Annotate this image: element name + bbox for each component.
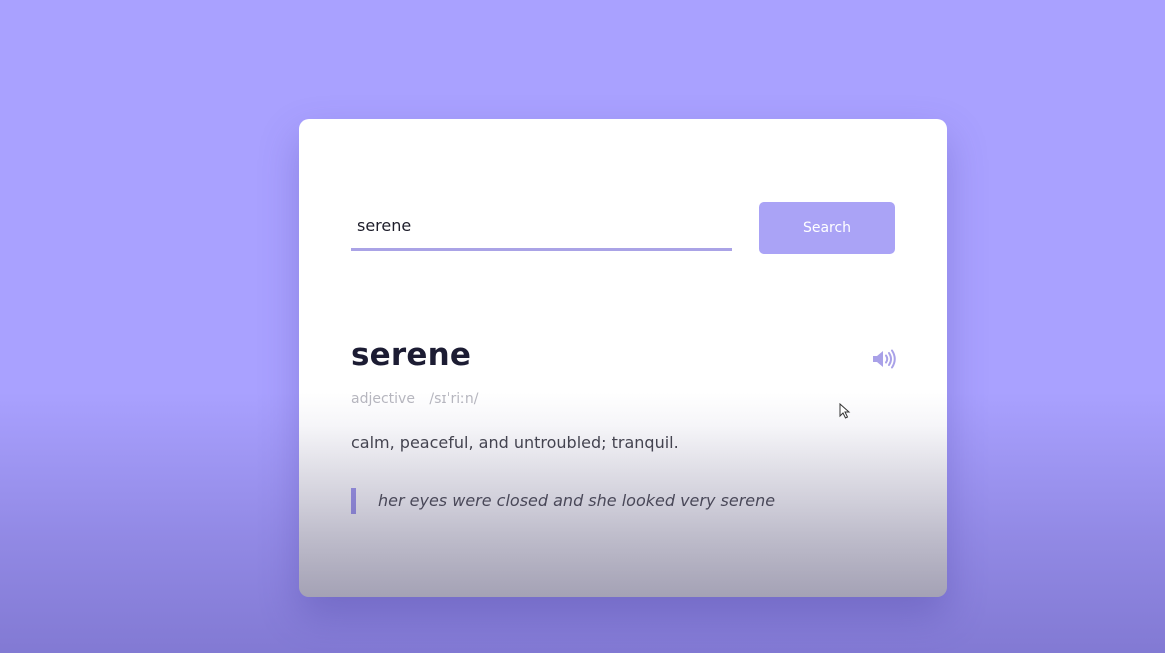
definition: calm, peaceful, and untroubled; tranquil… [351,433,679,452]
dictionary-card: Search serene adjective /sɪˈriːn/ calm, … [299,119,947,597]
mouse-pointer-icon [839,402,851,419]
search-button[interactable]: Search [759,202,895,254]
word-meta: adjective /sɪˈriːn/ [351,391,478,407]
word-title: serene [351,337,472,373]
part-of-speech: adjective [351,391,415,407]
search-bar: Search [351,202,895,254]
speaker-icon[interactable] [871,348,897,370]
example-quote: her eyes were closed and she looked very… [351,488,891,514]
app-background: { "search": { "value": "serene", "button… [0,0,1165,653]
phonetic: /sɪˈriːn/ [429,391,479,407]
search-input[interactable] [351,202,732,251]
